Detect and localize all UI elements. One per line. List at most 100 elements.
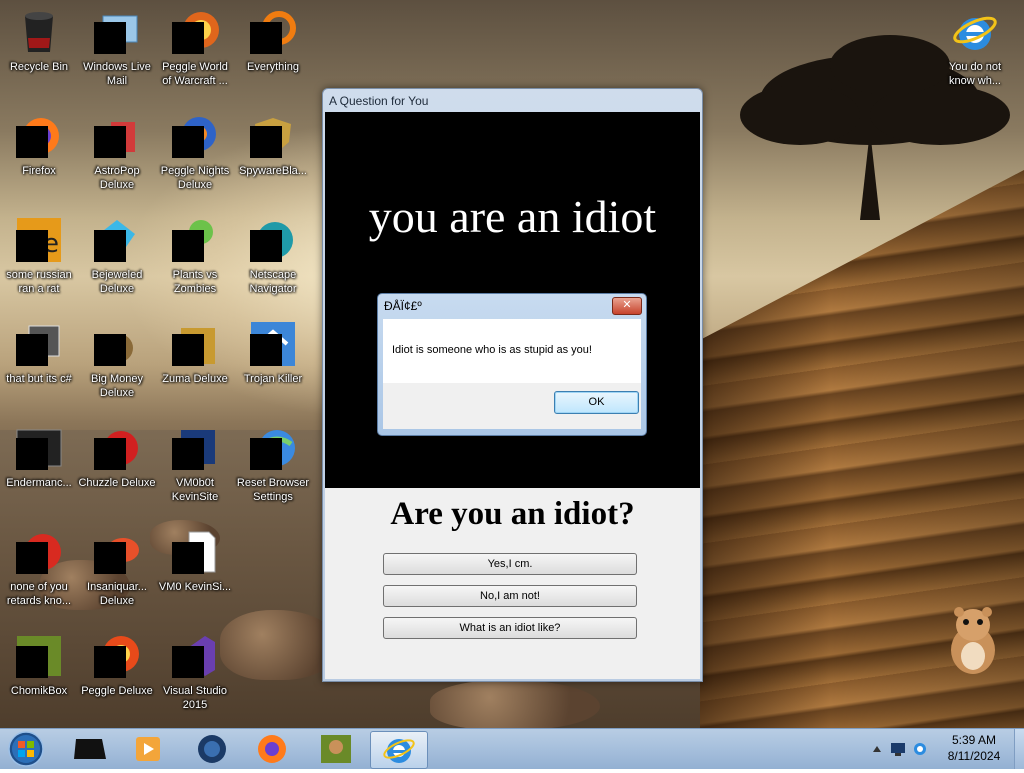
desktop-icon-label: ChomikBox — [10, 685, 68, 697]
window-question-area: Are you an idiot? Yes,I cm. No,I am not!… — [325, 488, 700, 679]
desktop-icon-big-money[interactable]: Big Money Deluxe — [78, 314, 156, 414]
dialog-footer: OK — [383, 383, 641, 429]
firefox-icon — [258, 735, 286, 763]
redaction-block — [250, 126, 282, 158]
redaction-block — [250, 230, 282, 262]
desktop-icon-label: Peggle Nights Deluxe — [160, 165, 230, 191]
redaction-block — [16, 126, 48, 158]
redaction-block — [94, 646, 126, 678]
redaction-block — [94, 230, 126, 262]
redaction-block — [250, 438, 282, 470]
desktop-icon-label: SpywareBla... — [239, 165, 307, 177]
taskbar-chomikbox[interactable] — [308, 731, 364, 767]
window-title: A Question for You — [329, 94, 429, 108]
desktop-icon-reset-browser[interactable]: Reset Browser Settings — [234, 418, 312, 518]
desktop-icon-peggle-deluxe[interactable]: Peggle Deluxe — [78, 626, 156, 726]
desktop-icon-label: Endermanc... — [6, 477, 72, 489]
desktop-icon-label: Insaniquar... Deluxe — [87, 581, 147, 607]
ie-tray-icon[interactable] — [911, 729, 929, 769]
taskbar-black-app[interactable] — [62, 731, 118, 767]
dialog-body: Idiot is someone who is as stupid as you… — [383, 319, 641, 429]
desktop-icon-chomikbox[interactable]: ChomikBox — [0, 626, 78, 726]
show-hidden-icons-icon[interactable] — [869, 729, 885, 769]
desktop-icon-peggle-wow[interactable]: Peggle World of Warcraft ... — [156, 2, 234, 102]
desktop-icon-recycle-bin[interactable]: Recycle Bin — [0, 2, 78, 102]
desktop-icon-label: some russian ran a rat — [6, 269, 72, 295]
desktop-icon-label: Trojan Killer — [243, 373, 303, 385]
dialog-message: Idiot is someone who is as stupid as you… — [392, 344, 592, 356]
desktop-icon-label: Chuzzle Deluxe — [78, 477, 156, 489]
redaction-block — [172, 230, 204, 262]
what-is-idiot-button[interactable]: What is an idiot like? — [383, 617, 637, 639]
desktop-icon-russian-rat[interactable]: e some russian ran a rat — [0, 210, 78, 310]
desktop-icon-astropop[interactable]: AstroPop Deluxe — [78, 106, 156, 206]
desktop-icon-label: Bejeweled Deluxe — [91, 269, 143, 295]
redaction-block — [172, 334, 204, 366]
desktop-icon-zuma[interactable]: Zuma Deluxe — [156, 314, 234, 414]
desktop-icon-insaniquarium[interactable]: Insaniquar... Deluxe — [78, 522, 156, 622]
redaction-block — [16, 646, 48, 678]
taskbar: 5:39 AM 8/11/2024 — [0, 728, 1024, 769]
desktop-icon-that-but-csharp[interactable]: that but its c# — [0, 314, 78, 414]
desktop-icon-label: Plants vs Zombies — [172, 269, 218, 295]
desktop-icon-label: Zuma Deluxe — [162, 373, 228, 385]
redaction-block — [250, 22, 282, 54]
close-button[interactable]: ✕ — [612, 297, 642, 315]
black-app-icon — [74, 739, 106, 759]
desktop-icon-plants-vs-zombies[interactable]: Plants vs Zombies — [156, 210, 234, 310]
desktop-icon-chuzzle[interactable]: Chuzzle Deluxe — [78, 418, 156, 518]
start-orb-icon[interactable] — [5, 730, 47, 768]
desktop-icon-label: Everything — [247, 61, 299, 73]
desktop-icon-ie-shortcut[interactable]: You do not know wh... — [936, 2, 1014, 102]
question-heading: Are you an idiot? — [390, 496, 635, 532]
yes-button[interactable]: Yes,I cm. — [383, 553, 637, 575]
desktop-icon-label: VM0b0t KevinSite — [171, 477, 219, 503]
message-dialog[interactable]: ÐÅÏ¢£º ✕ Idiot is someone who is as stup… — [377, 293, 647, 436]
desktop-icon-vm0-kevinsite[interactable]: VM0 KevinSi... — [156, 522, 234, 622]
desktop-icon-label: Peggle World of Warcraft ... — [162, 61, 228, 87]
desktop-icon-label: Peggle Deluxe — [81, 685, 153, 697]
ok-button[interactable]: OK — [554, 391, 639, 414]
chomikbox-icon — [321, 735, 351, 763]
desktop-icon-bejeweled[interactable]: Bejeweled Deluxe — [78, 210, 156, 310]
redaction-block — [94, 334, 126, 366]
desktop-icon-netscape[interactable]: Netscape Navigator — [234, 210, 312, 310]
desktop-icon-peggle-nights[interactable]: Peggle Nights Deluxe — [156, 106, 234, 206]
taskbar-media-player[interactable] — [120, 731, 176, 767]
redaction-block — [16, 542, 48, 574]
desktop-icon-label: Big Money Deluxe — [91, 373, 143, 399]
taskbar-browser-globe[interactable] — [184, 731, 240, 767]
desktop-icon-label: that but its c# — [6, 373, 72, 385]
close-icon: ✕ — [622, 299, 632, 311]
redaction-block — [94, 542, 126, 574]
desktop-icon-visual-studio[interactable]: Visual Studio 2015 — [156, 626, 234, 726]
desktop-icon-everything[interactable]: Everything — [234, 2, 312, 102]
wallpaper-rock — [430, 680, 600, 728]
redaction-block — [94, 22, 126, 54]
desktop-icon-trojan-killer[interactable]: Trojan Killer — [234, 314, 312, 414]
taskbar-firefox[interactable] — [244, 731, 300, 767]
desktop-icon-vm0b0t-kevinsite[interactable]: VM0b0t KevinSite — [156, 418, 234, 518]
media-player-icon — [136, 737, 160, 761]
desktop-icon-windows-live-mail[interactable]: Windows Live Mail — [78, 2, 156, 102]
recycle-bin-icon — [25, 12, 53, 52]
taskbar-clock[interactable]: 5:39 AM 8/11/2024 — [938, 732, 1010, 764]
redaction-block — [172, 542, 204, 574]
redaction-block — [172, 126, 204, 158]
desktop-icon-endermanch[interactable]: Endermanc... — [0, 418, 78, 518]
banner-text: you are an idiot — [368, 191, 657, 242]
browser-globe-icon — [198, 735, 226, 763]
desktop-icon-firefox[interactable]: Firefox — [0, 106, 78, 206]
desktop-icon-label: Windows Live Mail — [83, 61, 151, 87]
desktop-icon-label: Firefox — [22, 165, 56, 177]
network-icon[interactable] — [889, 729, 907, 769]
taskbar-internet-explorer[interactable] — [370, 731, 428, 769]
redaction-block — [94, 438, 126, 470]
desktop-icon-spywareblaster[interactable]: SpywareBla... — [234, 106, 312, 206]
desktop-icon-label: You do not know wh... — [948, 61, 1002, 87]
redaction-block — [16, 230, 48, 262]
show-desktop-button[interactable] — [1014, 729, 1024, 769]
no-button[interactable]: No,I am not! — [383, 585, 637, 607]
redaction-block — [94, 126, 126, 158]
desktop-icon-none-of-you[interactable]: none of you retards kno... — [0, 522, 78, 622]
